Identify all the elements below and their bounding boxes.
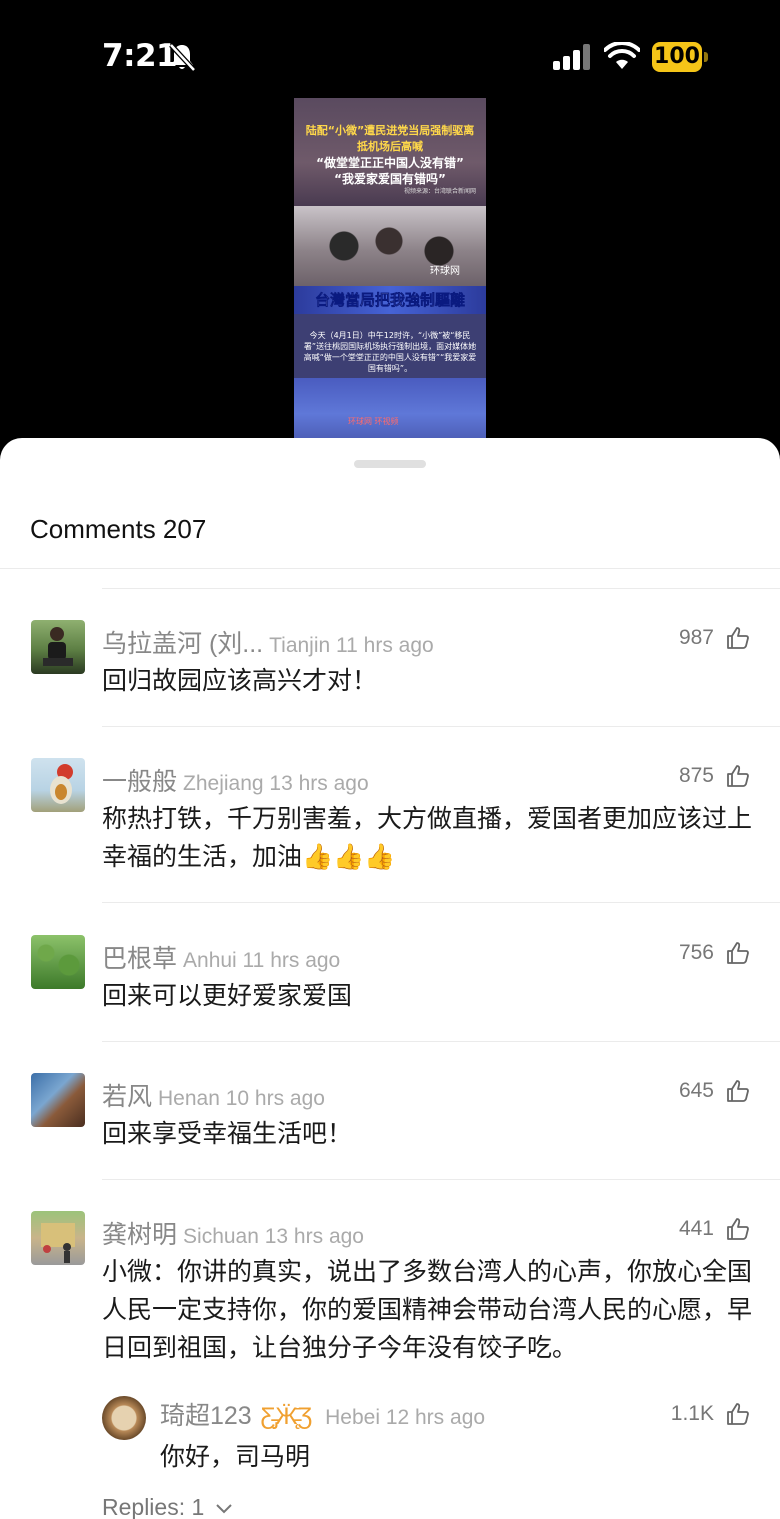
divider [102, 588, 780, 589]
comment-meta: Anhui 11 hrs ago [183, 949, 341, 972]
video-caption: 今天（4月1日）中午12时许，“小微”被“移民署”送往桃园国际机场执行强制出境，… [303, 331, 477, 373]
battery-level: 100 [652, 42, 702, 72]
video-headline-3: “做堂堂正正中国人没有错” [316, 156, 464, 170]
thumbs-up-icon[interactable] [726, 1402, 750, 1426]
thumbs-up-icon[interactable] [726, 626, 750, 650]
video-player[interactable]: 陆配“小微”遭民进党当局强制驱离 抵机场后高喊 “做堂堂正正中国人没有错” “我… [294, 98, 486, 438]
comment-author[interactable]: 乌拉盖河 (刘... [102, 630, 263, 658]
avatar[interactable] [31, 620, 85, 674]
comment-meta: Henan 10 hrs ago [158, 1087, 325, 1110]
header-divider [0, 568, 780, 569]
video-blur-background [294, 378, 486, 438]
bell-off-icon [169, 43, 196, 72]
chevron-down-icon [215, 1504, 232, 1514]
thumbs-up-icon[interactable] [726, 1079, 750, 1103]
comment-text: 回来享受幸福生活吧！ [102, 1120, 353, 1148]
divider [102, 1041, 780, 1042]
thumbs-up-icon[interactable] [726, 764, 750, 788]
reply-meta: Hebei 12 hrs ago [325, 1406, 486, 1429]
comments-title: Comments 207 [30, 514, 207, 544]
like-count: 1.1K [670, 1402, 714, 1425]
avatar[interactable] [31, 1073, 85, 1127]
comment-author[interactable]: 若风 [102, 1083, 152, 1111]
comment-text: 回来可以更好爱家爱国 [102, 982, 353, 1010]
reply-author[interactable]: 琦超123 [160, 1402, 252, 1430]
avatar[interactable] [31, 758, 85, 812]
video-banner: 台灣當局把我強制驅離 [294, 286, 486, 314]
thumbs-up-icon[interactable] [726, 941, 750, 965]
comment-author[interactable]: 一般般 [102, 768, 177, 796]
comment-text: 回归故园应该高兴才对！ [102, 667, 378, 695]
avatar[interactable] [102, 1396, 146, 1440]
comment-author[interactable]: 龚树明 [102, 1221, 177, 1249]
battery-icon: 100 [652, 42, 708, 72]
comment-author[interactable]: 巴根草 [102, 945, 177, 973]
video-headline-2: 抵机场后高喊 [357, 140, 423, 153]
view-replies-link[interactable]: Replies: 1 [102, 1494, 233, 1519]
signal-icon [553, 44, 590, 70]
status-bar: 7:21 100 [0, 0, 780, 110]
like-count: 441 [678, 1217, 714, 1240]
divider [102, 902, 780, 903]
like-count: 756 [678, 941, 714, 964]
comments-sheet: Comments 207 乌拉盖河 (刘... Tianjin 11 hrs ag… [0, 438, 780, 1519]
video-headline-4: “我爱家爱国有错吗” [334, 172, 446, 186]
comment-meta: Tianjin 11 hrs ago [269, 634, 434, 657]
reply-text: 你好，司马明 [160, 1443, 311, 1471]
video-headline-1: 陆配“小微”遭民进党当局强制驱离 [305, 124, 475, 137]
like-count: 987 [678, 626, 714, 649]
comment-meta: Sichuan 13 hrs ago [183, 1225, 364, 1248]
like-count: 875 [678, 764, 714, 787]
comment-meta: Zhejiang 13 hrs ago [183, 772, 369, 795]
wifi-icon [604, 42, 640, 69]
comment-text: 称热打铁，千万别害羞，大方做直播，爱国者更加应该过上幸福的生活，加油👍👍👍 [102, 805, 753, 871]
replies-label: Replies: 1 [102, 1494, 205, 1519]
sheet-drag-handle[interactable] [354, 460, 426, 468]
butterfly-badge-icon: Ƹ̵̡Ӝ̵̨̄Ʒ [260, 1403, 313, 1430]
video-source: 视频来源：台湾联合新闻网 [404, 188, 477, 195]
like-count: 645 [678, 1079, 714, 1102]
video-brand: 环球网 [430, 266, 460, 277]
comment-text: 小微：你讲的真实，说出了多数台湾人的心声，你放心全国人民一定支持你，你的爱国精神… [102, 1258, 753, 1362]
avatar[interactable] [31, 935, 85, 989]
thumbs-up-icon[interactable] [726, 1217, 750, 1241]
status-time: 7:21 [102, 38, 178, 74]
avatar[interactable] [31, 1211, 85, 1265]
video-footer-logo: 环球网 环视频 [348, 417, 399, 426]
divider [102, 726, 780, 727]
divider [102, 1179, 780, 1180]
